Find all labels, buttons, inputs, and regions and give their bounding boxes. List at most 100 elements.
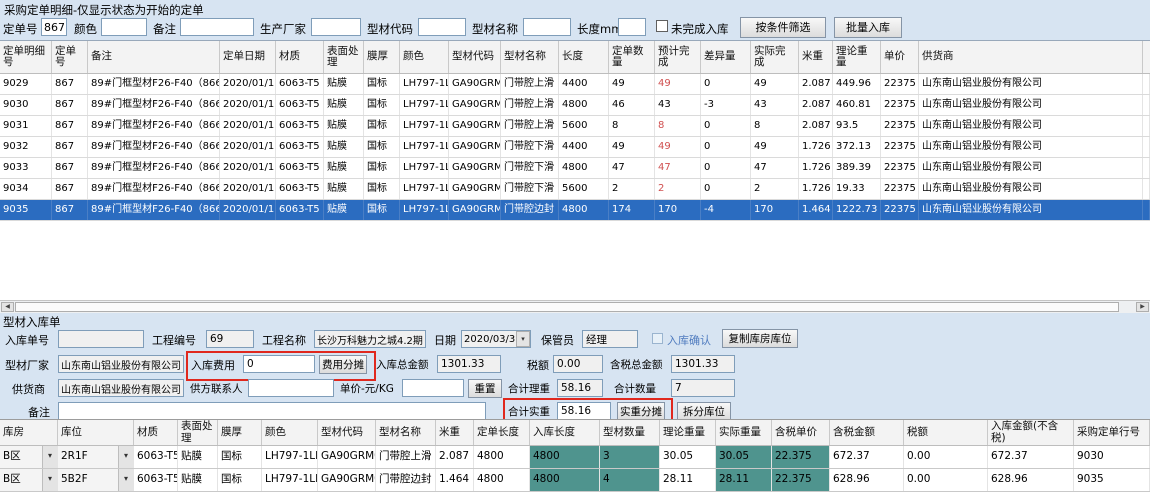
grid-cell: 89#门框型材F26-F40（866+867） [88, 95, 220, 115]
horizontal-scrollbar[interactable]: ◀ ▶ [0, 300, 1150, 313]
column-header[interactable]: 备注 [88, 41, 220, 73]
grid-cell: 门带腔上滑 [501, 95, 559, 115]
dropdown-arrow-icon[interactable]: ▾ [118, 469, 133, 491]
inbound-grid: 库房库位材质表面处理膜厚颜色型材代码型材名称米重定单长度入库长度型材数量理论重量… [0, 419, 1150, 492]
dropdown-arrow-icon[interactable]: ▾ [42, 469, 57, 491]
grid-cell: 4400 [559, 137, 609, 157]
total-qty-field[interactable] [671, 379, 735, 397]
scroll-left-arrow-icon[interactable]: ◀ [1, 302, 14, 312]
filter-by-condition-button[interactable]: 按条件筛选 [740, 17, 826, 38]
inbound-confirm-checkbox[interactable] [652, 333, 663, 344]
column-header[interactable]: 膜厚 [364, 41, 400, 73]
remark-label2: 备注 [28, 404, 50, 420]
grid-row[interactable]: B区▾5B2F▾6063-T5贴膜国标LH797-1LL0GA90GRM05门带… [0, 469, 1150, 492]
unit-price-input[interactable] [402, 379, 464, 397]
total-theory-weight-field[interactable] [557, 379, 603, 397]
column-header[interactable]: 颜色 [400, 41, 449, 73]
receipt-no-field[interactable] [58, 330, 144, 348]
column-header[interactable]: 材质 [276, 41, 324, 73]
column-header[interactable]: 实际完成 [751, 41, 799, 73]
column-header[interactable]: 供货商 [919, 41, 1143, 73]
order-no-input[interactable] [41, 18, 67, 36]
grid-row[interactable]: 903586789#门框型材F26-F40（866+867）2020/01/13… [0, 200, 1150, 221]
total-actual-weight-input[interactable] [557, 402, 611, 420]
column-header[interactable]: 型材数量 [600, 420, 660, 445]
grid-row[interactable]: 902986789#门框型材F26-F40（866+867）2020/01/13… [0, 74, 1150, 95]
column-header[interactable]: 采购定单行号 [1074, 420, 1150, 445]
grid-row[interactable]: B区▾2R1F▾6063-T5贴膜国标LH797-1LL0GA90GRM03门带… [0, 446, 1150, 469]
column-header[interactable]: 材质 [134, 420, 178, 445]
column-header[interactable]: 入库长度 [530, 420, 600, 445]
column-header[interactable]: 表面处理 [324, 41, 364, 73]
project-no-field[interactable] [206, 330, 254, 348]
project-name-field[interactable] [314, 330, 426, 348]
grid-row[interactable]: 903286789#门框型材F26-F40（866+867）2020/01/13… [0, 137, 1150, 158]
grid-cell: 2 [655, 179, 701, 199]
column-header[interactable]: 差异量 [701, 41, 751, 73]
total-theory-weight-label: 合计理重 [508, 381, 550, 396]
column-header[interactable]: 定单数量 [609, 41, 655, 73]
copy-warehouse-button[interactable]: 复制库房库位 [722, 329, 798, 348]
scroll-right-arrow-icon[interactable]: ▶ [1136, 302, 1149, 312]
column-header[interactable]: 型材名称 [376, 420, 436, 445]
fee-apportion-button[interactable]: 费用分摊 [319, 355, 367, 374]
grid-row[interactable]: 903486789#门框型材F26-F40（866+867）2020/01/13… [0, 179, 1150, 200]
supplier-field[interactable] [58, 379, 184, 397]
column-header[interactable]: 定单日期 [220, 41, 276, 73]
column-header[interactable]: 含税单价 [772, 420, 830, 445]
column-header[interactable]: 定单号 [52, 41, 88, 73]
column-header[interactable]: 型材代码 [449, 41, 501, 73]
grid-cell: 4400 [559, 74, 609, 94]
grid-row[interactable]: 903086789#门框型材F26-F40（866+867）2020/01/13… [0, 95, 1150, 116]
dropdown-arrow-icon[interactable]: ▾ [118, 446, 133, 468]
grid-cell: 门带腔上滑 [501, 116, 559, 136]
column-header[interactable]: 含税金额 [830, 420, 904, 445]
column-header[interactable]: 理论重量 [833, 41, 881, 73]
column-header[interactable]: 预计完成 [655, 41, 701, 73]
grid-row[interactable]: 903386789#门框型材F26-F40（866+867）2020/01/13… [0, 158, 1150, 179]
column-header[interactable]: 单价 [881, 41, 919, 73]
column-header[interactable]: 型材名称 [501, 41, 559, 73]
column-header[interactable]: 库位 [58, 420, 134, 445]
grid-cell: 672.37 [830, 446, 904, 468]
manufacturer-input[interactable] [311, 18, 361, 36]
reset-button[interactable]: 重置 [468, 379, 502, 398]
grid-cell: 389.39 [833, 158, 881, 178]
remark-input2[interactable] [58, 402, 486, 420]
column-header[interactable]: 长度 [559, 41, 609, 73]
column-header[interactable]: 定单长度 [474, 420, 530, 445]
color-input[interactable] [101, 18, 147, 36]
column-header[interactable]: 实际重量 [716, 420, 772, 445]
column-header[interactable]: 膜厚 [218, 420, 262, 445]
column-header[interactable]: 理论重量 [660, 420, 716, 445]
length-input[interactable] [618, 18, 646, 36]
contact-input[interactable] [248, 379, 334, 397]
column-header[interactable]: 表面处理 [178, 420, 218, 445]
profile-name-input[interactable] [523, 18, 571, 36]
scroll-thumb[interactable] [15, 302, 1119, 312]
grid-cell: 9033 [0, 158, 52, 178]
profile-code-input[interactable] [418, 18, 466, 36]
keeper-field[interactable] [582, 330, 638, 348]
grid-cell: 672.37 [988, 446, 1074, 468]
column-header[interactable]: 税额 [904, 420, 988, 445]
total-with-tax-field[interactable] [671, 355, 735, 373]
column-header[interactable]: 型材代码 [318, 420, 376, 445]
total-with-tax-label: 含税总金额 [610, 357, 663, 372]
tax-field[interactable] [553, 355, 603, 373]
batch-inbound-button[interactable]: 批量入库 [834, 17, 902, 38]
column-header[interactable]: 定单明细号 [0, 41, 52, 73]
column-header[interactable]: 入库金额(不含税) [988, 420, 1074, 445]
calendar-dropdown-icon[interactable]: ▾ [516, 331, 530, 347]
column-header[interactable]: 米重 [799, 41, 833, 73]
fee-input[interactable] [243, 355, 315, 373]
remark-input[interactable] [180, 18, 254, 36]
column-header[interactable]: 库房 [0, 420, 58, 445]
column-header[interactable]: 米重 [436, 420, 474, 445]
factory-field[interactable] [58, 355, 184, 373]
dropdown-arrow-icon[interactable]: ▾ [42, 446, 57, 468]
grid-row[interactable]: 903186789#门框型材F26-F40（866+867）2020/01/13… [0, 116, 1150, 137]
unfinished-checkbox[interactable] [656, 20, 668, 32]
column-header[interactable]: 颜色 [262, 420, 318, 445]
total-amount-field[interactable] [437, 355, 501, 373]
